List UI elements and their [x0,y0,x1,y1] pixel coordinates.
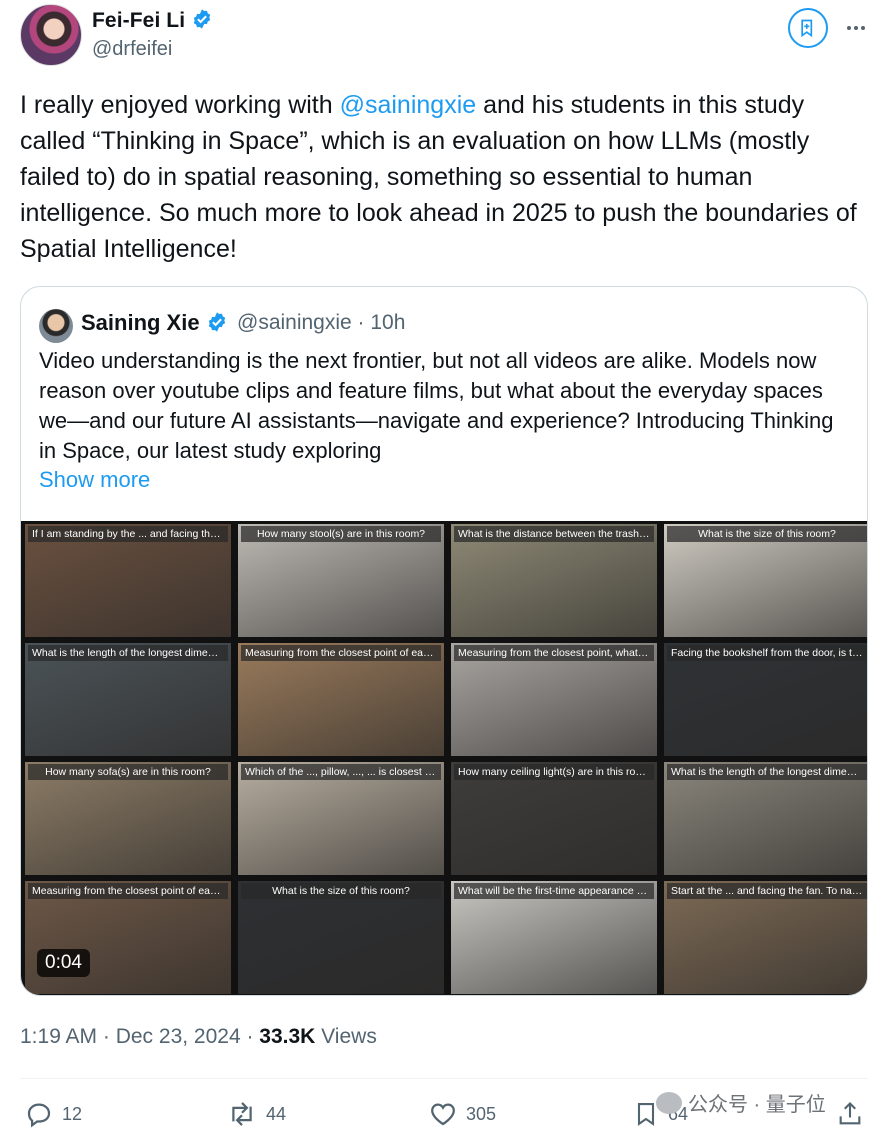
video-frame-tile: Measuring from the closest point of each… [238,643,444,756]
verified-badge-icon [191,8,213,36]
show-more-link[interactable]: Show more [39,467,150,493]
frame-question: What is the distance between the trash c… [454,526,654,542]
quoted-avatar[interactable] [39,309,73,343]
frame-question: Which of the ..., pillow, ..., ... is cl… [241,764,441,780]
video-frame-tile: What will be the first-time appearance o… [451,881,657,994]
quoted-author-name[interactable]: Saining Xie [81,310,228,339]
frame-question: What is the length of the longest dimens… [28,645,228,661]
frame-question: How many ceiling light(s) are in this ro… [454,764,654,780]
frame-question: Measuring from the closest point of each… [241,645,441,661]
video-frame-tile: What is the distance between the trash c… [451,524,657,637]
video-frame-tile: How many stool(s) are in this room? [238,524,444,637]
video-frame-tile: What is the length of the longest dimens… [664,762,867,875]
post-meta: 1:19 AM · Dec 23, 2024 · 33.3K Views [20,1025,377,1049]
video-frame-tile: What is the size of this room? [238,881,444,994]
share-icon [839,1102,861,1125]
divider [20,1078,868,1079]
share-button[interactable] [836,1098,864,1130]
watermark: 公众号 · 量子位 [656,1088,826,1117]
reply-button[interactable]: 12 [24,1098,82,1130]
quoted-post[interactable]: Saining Xie @sainingxie · 10h Video unde… [20,286,868,996]
video-frame-tile: Start at the ... and facing the fan. To … [664,881,867,994]
quoted-handle-time[interactable]: @sainingxie · 10h [237,311,405,335]
repost-button[interactable]: 44 [226,1098,286,1130]
video-player[interactable]: Start at the ... and facing the fan. To … [21,521,867,995]
grok-icon [801,19,813,38]
video-frame-tile: Facing the bookshelf from the door, is t… [664,643,867,756]
more-options-button[interactable] [838,10,874,46]
quoted-text: Video understanding is the next frontier… [39,348,834,463]
frame-question: What is the size of this room? [667,526,867,542]
author-name-text[interactable]: Fei-Fei Li [92,9,185,32]
video-frame-tile: How many sofa(s) are in this room? [25,762,231,875]
watermark-text: 公众号 · 量子位 [688,1094,826,1116]
video-frame-tile: Measuring from the closest point, what i… [451,643,657,756]
repost-icon [232,1102,252,1126]
post-text-start: I really enjoyed working with [20,91,340,119]
video-frame-tile: If I am standing by the ... and facing t… [25,524,231,637]
views-label: Views [315,1025,377,1048]
heart-icon [431,1103,455,1126]
reply-icon [27,1103,51,1128]
author-name[interactable]: Fei-Fei Li [92,8,213,36]
post-timestamp[interactable]: 1:19 AM · Dec 23, 2024 · [20,1025,259,1048]
video-frame-tile: What is the size of this room? [664,524,867,637]
reply-count: 12 [62,1103,83,1124]
views-count: 33.3K [259,1025,316,1048]
frame-question: Facing the bookshelf from the door, is t… [667,645,867,661]
frame-question: How many sofa(s) are in this room? [28,764,228,780]
verified-badge-icon [206,311,228,339]
frame-question: What is the length of the longest dimens… [667,764,867,780]
repost-count: 44 [266,1103,287,1124]
quoted-author-name-text[interactable]: Saining Xie [81,310,200,335]
post-page: Fei-Fei Li @drfeifei I really enjoyed wo… [0,0,888,1138]
video-frame-tile: How many ceiling light(s) are in this ro… [451,762,657,875]
video-frame-tile: What is the length of the longest dimens… [25,643,231,756]
frame-question: Start at the ... and facing the fan. To … [667,883,867,899]
frame-question: What is the size of this room? [241,883,441,899]
frame-question: What will be the first-time appearance o… [454,883,654,899]
wechat-icon [656,1091,682,1114]
frame-question: Measuring from the closest point, what i… [454,645,654,661]
frame-question: If I am standing by the ... and facing t… [28,526,228,542]
grok-button[interactable] [788,8,828,48]
video-frame-tile: Measuring from the closest point of each… [25,881,231,994]
frame-question: Measuring from the closest point of each… [28,883,228,899]
frame-question: How many stool(s) are in this room? [241,526,441,542]
post-text: I really enjoyed working with @sainingxi… [20,87,870,267]
avatar[interactable] [20,4,82,66]
mention-link[interactable]: @sainingxie [340,91,477,119]
like-count: 305 [466,1103,497,1124]
ellipsis-icon [847,26,865,30]
like-button[interactable]: 305 [428,1098,496,1130]
video-frame-tile: Which of the ..., pillow, ..., ... is cl… [238,762,444,875]
video-duration: 0:04 [37,949,90,977]
author-handle[interactable]: @drfeifei [92,38,172,61]
